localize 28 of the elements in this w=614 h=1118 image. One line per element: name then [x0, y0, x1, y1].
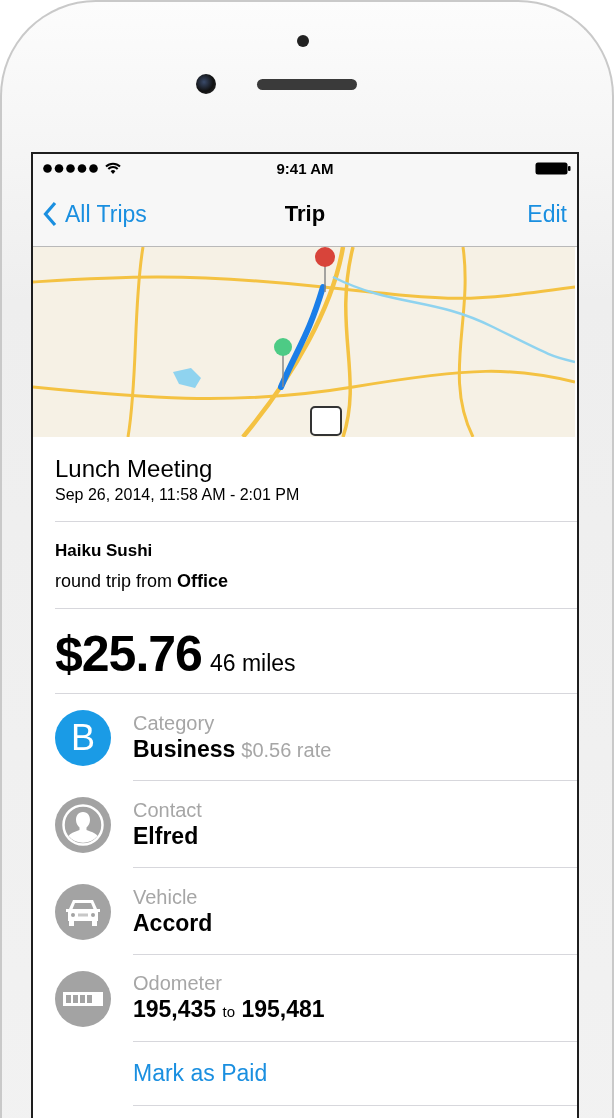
back-button[interactable]: All Trips [43, 200, 147, 228]
trip-time-range: Sep 26, 2014, 11:58 AM - 2:01 PM [55, 485, 301, 505]
trip-distance: 46 miles [209, 650, 296, 677]
field-label: Vehicle [133, 885, 199, 909]
field-label: Category [133, 710, 216, 735]
field-value: Business [133, 734, 236, 763]
signal-icon [43, 163, 101, 173]
camera-icon [196, 74, 216, 94]
nav-title: Trip [284, 201, 326, 226]
rate-note: $0.56 rate [241, 737, 332, 763]
trip-title: Lunch Meeting [55, 455, 214, 483]
trip-description: round trip from Office [55, 570, 230, 592]
edit-button[interactable]: Edit [527, 200, 567, 228]
odometer-range: 195,435 to 195,481 [133, 994, 325, 1024]
sensor-icon [297, 35, 309, 47]
speaker-icon [257, 78, 357, 90]
field-label: Contact [133, 798, 203, 822]
field-label: Odometer [133, 970, 223, 995]
category-badge: B [55, 709, 111, 766]
place-name: Haiku Sushi [55, 540, 154, 562]
field-value: Elfred [133, 822, 199, 850]
wifi-icon [105, 162, 121, 174]
battery-icon [535, 161, 571, 175]
field-value: Accord [133, 909, 213, 937]
trip-amount: $25.76 [55, 625, 202, 683]
back-chevron-icon [43, 201, 57, 227]
mark-as-paid-button[interactable]: Mark as Paid [133, 1060, 268, 1087]
status-time: 9:41 AM [276, 159, 334, 177]
